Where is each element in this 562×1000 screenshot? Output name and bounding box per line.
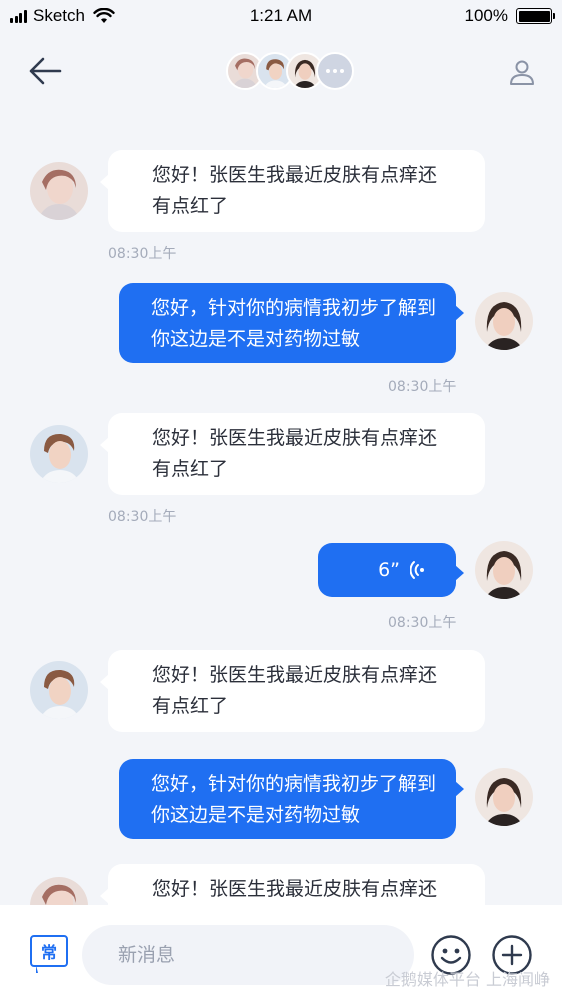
- message-time: 08:30上午: [388, 615, 457, 631]
- message-text: 您好！张医生我最近皮肤有点痒还: [152, 878, 438, 900]
- message-text: 您好！张医生我最近皮肤有点痒还: [152, 427, 438, 449]
- avatar[interactable]: [30, 425, 88, 483]
- message-text: 有点红了: [152, 458, 229, 480]
- message-text: 有点红了: [152, 695, 229, 717]
- group-avatars[interactable]: [226, 52, 354, 90]
- voice-duration: 6”: [378, 558, 400, 581]
- message-bubble-outgoing[interactable]: 您好，针对你的病情我初步了解到 你这边是不是对药物过敏: [119, 283, 464, 363]
- message-bubble-incoming[interactable]: 您好！张医生我最近皮肤有点痒还 有点红了: [100, 413, 485, 495]
- message-text: 你这边是不是对药物过敏: [151, 328, 361, 350]
- avatar[interactable]: [475, 541, 533, 599]
- voice-wave-icon: [410, 561, 424, 579]
- message-time: 08:30上午: [108, 246, 177, 262]
- quick-reply-button[interactable]: 常: [30, 935, 68, 975]
- message-bubble-incoming[interactable]: 您好！张医生我最近皮肤有点痒还: [100, 864, 485, 905]
- message-bubble-incoming[interactable]: 您好！张医生我最近皮肤有点痒还 有点红了: [100, 150, 485, 232]
- message-bubble-incoming[interactable]: 您好！张医生我最近皮肤有点痒还 有点红了: [100, 650, 485, 732]
- avatar[interactable]: [475, 292, 533, 350]
- message-bubble-outgoing[interactable]: 您好，针对你的病情我初步了解到 你这边是不是对药物过敏: [119, 759, 464, 839]
- message-time: 08:30上午: [108, 509, 177, 525]
- avatar[interactable]: [30, 877, 88, 905]
- chat-area[interactable]: 您好！张医生我最近皮肤有点痒还 有点红了 08:30上午 您好，针对你的病情我初…: [0, 0, 562, 905]
- avatar[interactable]: [30, 162, 88, 220]
- watermark: 企鹅媒体平台 上海闻峥: [384, 970, 550, 989]
- quick-reply-label: 常: [30, 935, 68, 967]
- avatar[interactable]: [475, 768, 533, 826]
- chat-header: [0, 40, 562, 104]
- avatar[interactable]: [30, 661, 88, 719]
- voice-message-bubble[interactable]: 6”: [318, 543, 464, 597]
- message-text: 有点红了: [152, 195, 229, 217]
- person-icon[interactable]: [508, 58, 536, 86]
- message-text: 您好！张医生我最近皮肤有点痒还: [152, 164, 438, 186]
- message-text: 您好，针对你的病情我初步了解到: [151, 773, 437, 795]
- message-text: 你这边是不是对药物过敏: [151, 804, 361, 826]
- message-text: 您好！张医生我最近皮肤有点痒还: [152, 664, 438, 686]
- message-text: 您好，针对你的病情我初步了解到: [151, 297, 437, 319]
- speech-tail-icon: [36, 965, 38, 973]
- arrow-left-icon[interactable]: [28, 56, 62, 86]
- message-input[interactable]: [82, 925, 414, 985]
- ellipsis-icon[interactable]: [316, 52, 354, 90]
- message-time: 08:30上午: [388, 379, 457, 395]
